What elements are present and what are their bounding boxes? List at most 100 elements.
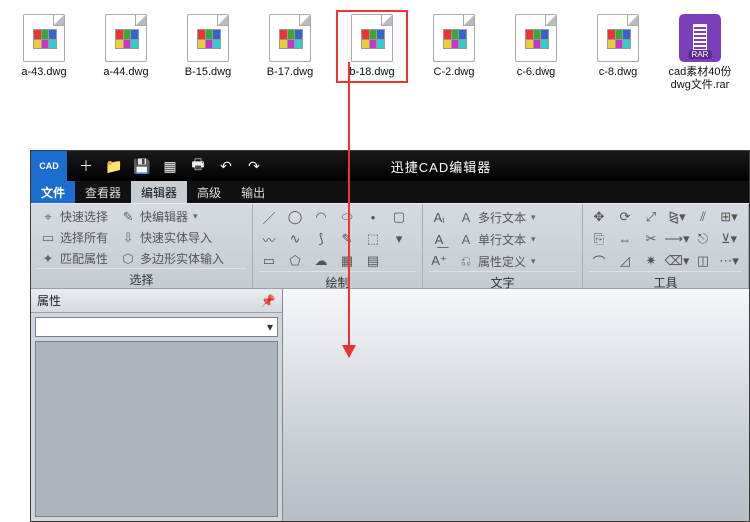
file-item-5[interactable]: C-2.dwg bbox=[422, 14, 486, 79]
ribbon-group-select: ⌖快速选择 ✎快编辑器▾ ▭选择所有 ⇩快速实体导入 ✦匹配属性 ⬡多边形实体输… bbox=[31, 204, 253, 288]
file-item-2[interactable]: B-15.dwg bbox=[176, 14, 240, 79]
boundary-icon[interactable]: ⬚ bbox=[363, 229, 383, 249]
group-label-draw: 绘制 bbox=[259, 271, 416, 291]
freehand-icon[interactable]: ✎ bbox=[337, 229, 357, 249]
file-item-6[interactable]: c-6.dwg bbox=[504, 14, 568, 79]
file-item-7[interactable]: c-8.dwg bbox=[586, 14, 650, 79]
print-icon[interactable]: 🖶 bbox=[189, 157, 207, 175]
line-icon[interactable]: ／ bbox=[259, 207, 279, 227]
cloud-icon[interactable]: ☁ bbox=[311, 251, 331, 271]
circle-icon[interactable]: ◯ bbox=[285, 207, 305, 227]
move-icon[interactable]: ✥ bbox=[589, 207, 609, 227]
mirror-icon[interactable]: ⧎▾ bbox=[667, 207, 687, 227]
copy-icon[interactable]: ⎘ bbox=[589, 229, 609, 249]
select-all-button[interactable]: ▭选择所有 bbox=[37, 228, 111, 247]
attrdef-button[interactable]: ⎌属性定义▾ bbox=[455, 252, 539, 271]
file-item-3[interactable]: B-17.dwg bbox=[258, 14, 322, 79]
group-label-select: 选择 bbox=[37, 268, 246, 288]
match-attr-button[interactable]: ✦匹配属性 bbox=[37, 249, 111, 268]
break-icon[interactable]: ⎋ bbox=[693, 229, 713, 249]
textstyle3-icon[interactable]: A⁺ bbox=[429, 251, 449, 271]
scale-icon[interactable]: ⤢ bbox=[641, 207, 661, 227]
tab-advanced[interactable]: 高级 bbox=[187, 181, 231, 203]
fillet-icon[interactable]: ⌒ bbox=[589, 251, 609, 271]
save-icon[interactable]: 💾 bbox=[133, 157, 151, 175]
ellipse-icon[interactable]: ⬭ bbox=[337, 207, 357, 227]
properties-panel: 属性 📌 ▾ bbox=[31, 289, 283, 521]
chevron-down-icon[interactable]: ▾ bbox=[389, 229, 409, 249]
quick-select-button[interactable]: ⌖快速选择 bbox=[37, 207, 111, 226]
offset-icon[interactable]: ⫽ bbox=[693, 207, 713, 227]
file-label: B-17.dwg bbox=[255, 66, 325, 79]
ribbon-group-draw: ／ ◯ ◠ ⬭ • ▢ 〰 ∿ ⟆ ✎ ⬚ ▾ ▭ ⬠ bbox=[253, 204, 423, 288]
chamfer-icon[interactable]: ◿ bbox=[615, 251, 635, 271]
open-icon[interactable]: 📁 bbox=[105, 157, 123, 175]
stext-label: 单行文本 bbox=[478, 231, 526, 248]
pdf-icon[interactable]: ▦ bbox=[161, 157, 179, 175]
redo-icon[interactable]: ↷ bbox=[245, 157, 263, 175]
titlebar: CAD ＋ 📁 💾 ▦ 🖶 ↶ ↷ 迅捷CAD编辑器 bbox=[31, 151, 749, 181]
file-label: B-15.dwg bbox=[173, 66, 243, 79]
chevron-down-icon[interactable]: ▾ bbox=[267, 320, 273, 334]
quick-import-button[interactable]: ⇩快速实体导入 bbox=[117, 228, 215, 247]
stext-button[interactable]: A单行文本 ▾ bbox=[455, 230, 539, 249]
rotate-icon[interactable]: ⟳ bbox=[615, 207, 635, 227]
polygon2-icon[interactable]: ⬠ bbox=[285, 251, 305, 271]
mtext-label: 多行文本 bbox=[478, 209, 526, 226]
file-explorer: a-43.dwga-44.dwgB-15.dwgB-17.dwgb-18.dwg… bbox=[0, 0, 750, 100]
quick-edit-button[interactable]: ✎快编辑器▾ bbox=[117, 207, 201, 226]
workarea: 属性 📌 ▾ bbox=[31, 289, 749, 521]
tab-viewer[interactable]: 查看器 bbox=[75, 181, 131, 203]
quick-edit-label: 快编辑器 bbox=[140, 208, 188, 225]
rectangle-icon[interactable]: ▭ bbox=[259, 251, 279, 271]
tab-file[interactable]: 文件 bbox=[31, 181, 75, 203]
more-icon[interactable]: ⋯▾ bbox=[719, 251, 739, 271]
join-icon[interactable]: ⊻▾ bbox=[719, 229, 739, 249]
textstyle1-icon[interactable]: Aᵢ bbox=[429, 207, 449, 227]
pin-icon[interactable]: 📌 bbox=[260, 293, 276, 309]
drawing-canvas[interactable] bbox=[283, 289, 749, 521]
match-attr-label: 匹配属性 bbox=[60, 250, 108, 267]
group-label-text: 文字 bbox=[429, 271, 576, 291]
erase-icon[interactable]: ⌫▾ bbox=[667, 251, 687, 271]
dwg-icon bbox=[433, 14, 475, 62]
quick-import-label: 快速实体导入 bbox=[140, 229, 212, 246]
stretch-icon[interactable]: ⇔ bbox=[615, 229, 635, 249]
poly-input-button[interactable]: ⬡多边形实体输入 bbox=[117, 249, 227, 268]
ribbon-group-text: Aᵢ A多行文本▾ A͟ A单行文本 ▾ A⁺ ⎌属性定义▾ 文字 bbox=[423, 204, 583, 288]
tab-editor[interactable]: 编辑器 bbox=[131, 181, 187, 203]
new-icon[interactable]: ＋ bbox=[77, 157, 95, 175]
poly-input-label: 多边形实体输入 bbox=[140, 250, 224, 267]
hatch-icon[interactable]: ▦ bbox=[337, 251, 357, 271]
undo-icon[interactable]: ↶ bbox=[217, 157, 235, 175]
panel-header: 属性 📌 bbox=[31, 289, 282, 313]
dwg-icon bbox=[515, 14, 557, 62]
extend-icon[interactable]: ⟶▾ bbox=[667, 229, 687, 249]
file-label: cad素材40份dwg文件.rar bbox=[665, 66, 735, 92]
file-item-0[interactable]: a-43.dwg bbox=[12, 14, 76, 79]
textstyle2-icon[interactable]: A͟ bbox=[429, 229, 449, 249]
dwg-icon bbox=[269, 14, 311, 62]
chevron-down-icon: ▾ bbox=[531, 234, 536, 245]
file-label: a-43.dwg bbox=[9, 66, 79, 79]
array-icon[interactable]: ⊞▾ bbox=[719, 207, 739, 227]
curve-icon[interactable]: ⟆ bbox=[311, 229, 331, 249]
menubar: 文件 查看器 编辑器 高级 输出 bbox=[31, 181, 749, 203]
region-icon[interactable]: ▢ bbox=[389, 207, 409, 227]
explode-icon[interactable]: ✷ bbox=[641, 251, 661, 271]
chevron-down-icon: ▾ bbox=[193, 211, 198, 222]
file-item-8[interactable]: RARcad素材40份dwg文件.rar bbox=[668, 14, 732, 92]
point-icon[interactable]: • bbox=[363, 207, 383, 227]
arc-icon[interactable]: ◠ bbox=[311, 207, 331, 227]
table-icon[interactable]: ▤ bbox=[363, 251, 383, 271]
trim-icon[interactable]: ✂ bbox=[641, 229, 661, 249]
property-combo[interactable]: ▾ bbox=[35, 317, 278, 337]
polyline-icon[interactable]: 〰 bbox=[259, 229, 279, 249]
tab-output[interactable]: 输出 bbox=[231, 181, 275, 203]
mtext-button[interactable]: A多行文本▾ bbox=[455, 208, 539, 227]
block-icon[interactable]: ◫ bbox=[693, 251, 713, 271]
drag-arrow-annotation bbox=[348, 62, 350, 357]
stext-icon: A bbox=[458, 231, 474, 247]
spline-icon[interactable]: ∿ bbox=[285, 229, 305, 249]
file-item-1[interactable]: a-44.dwg bbox=[94, 14, 158, 79]
